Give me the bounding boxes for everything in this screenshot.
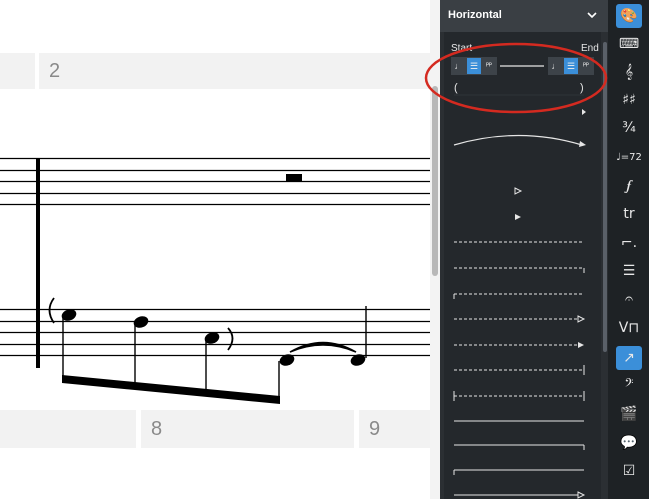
score-scrollbar-thumb[interactable] [432, 86, 438, 276]
tempo-icon[interactable]: ♩=72 [616, 145, 642, 169]
upper-staff [0, 157, 430, 206]
hearing-icon[interactable]: 𝄢 [616, 373, 642, 397]
paren-close [227, 327, 234, 351]
notations-toolbar: 🎨 ⌨ 𝄞 ♯♯ ¾ ♩=72 𝆑 tr ⌐. ☰ 𝄐 V⊓ ↗ 𝄢 🎬 💬 ☑ [608, 0, 649, 499]
line-style-previews[interactable] [444, 32, 601, 499]
checklist-icon[interactable]: ☑ [616, 459, 642, 483]
beam [62, 375, 280, 404]
paren-open [48, 297, 55, 324]
comment-icon[interactable]: 💬 [616, 431, 642, 455]
whole-rest [286, 174, 302, 181]
note-head [350, 354, 366, 366]
keyboard-icon[interactable]: ⌨ [616, 32, 642, 56]
panel-title: Horizontal [448, 9, 502, 21]
score-view[interactable]: 2 8 9 [0, 0, 430, 499]
treble-clef-icon[interactable]: 𝄞 [616, 60, 642, 84]
panel-header[interactable]: Horizontal [440, 0, 608, 32]
line-styles-list: Start End ♩ ☰ ᴾᴾ ♩ ☰ ᴾᴾ ( ) [444, 32, 601, 499]
arc-line-style [453, 134, 583, 146]
clapperboard-icon[interactable]: 🎬 [616, 402, 642, 426]
panel-scrollbar[interactable] [601, 32, 608, 499]
chevron-down-icon[interactable] [586, 9, 598, 21]
ornaments-icon[interactable]: tr [616, 202, 642, 226]
time-signature-icon[interactable]: ¾ [616, 116, 642, 140]
lines-panel: Horizontal Start End ♩ ☰ ᴾᴾ ♩ ☰ ᴾᴾ ( ) [440, 0, 608, 499]
bowing-icon[interactable]: V⊓ [616, 316, 642, 340]
system-barline [36, 158, 40, 368]
score-scrollbar[interactable] [430, 0, 440, 499]
lines-icon[interactable]: ↗ [616, 346, 642, 370]
filled-arrow-style [515, 214, 521, 220]
key-signature-icon[interactable]: ♯♯ [616, 88, 642, 112]
music-notation [0, 157, 430, 404]
repeats-icon[interactable]: ⌐. [616, 231, 642, 255]
panel-scrollbar-thumb[interactable] [603, 42, 607, 352]
open-arrow-style [514, 187, 523, 195]
palette-icon[interactable]: 🎨 [616, 4, 642, 28]
beamed-notes [48, 297, 367, 404]
dynamics-icon[interactable]: 𝆑 [616, 174, 642, 198]
tremolo-icon[interactable]: ☰ [616, 259, 642, 283]
note-head [279, 354, 295, 366]
fermata-icon[interactable]: 𝄐 [616, 287, 642, 311]
